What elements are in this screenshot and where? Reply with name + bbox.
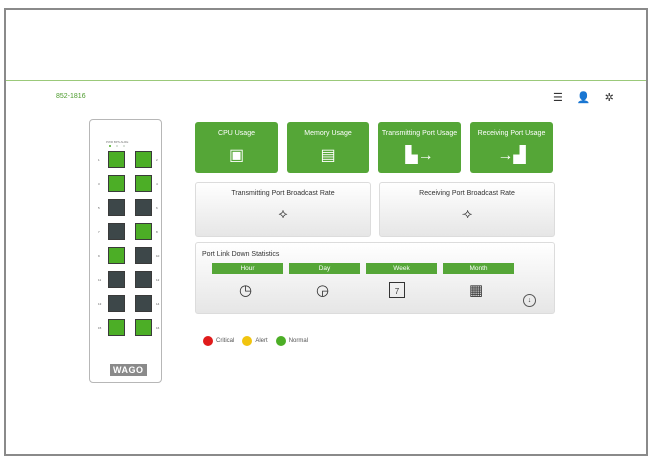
- led-bps: [116, 145, 118, 147]
- port-left-5[interactable]: [108, 247, 125, 264]
- top-toolbar: ☰ 👤 ✲: [553, 92, 614, 104]
- port-number: 8: [156, 230, 158, 234]
- port-number: 12: [156, 278, 160, 282]
- cpu-usage-tile[interactable]: CPU Usage ▣: [195, 122, 278, 173]
- port-number: 7: [98, 230, 100, 234]
- port-number: 11: [98, 278, 102, 282]
- port-left-8[interactable]: [108, 319, 125, 336]
- transmitting-port-usage-tile[interactable]: Transmitting Port Usage ▙→: [378, 122, 461, 173]
- memory-usage-label: Memory Usage: [304, 130, 352, 137]
- port-number: 4: [156, 182, 158, 186]
- 24h-clock-icon[interactable]: ◶: [316, 281, 329, 299]
- port-left-2[interactable]: [108, 175, 125, 192]
- user-icon[interactable]: 👤: [577, 92, 591, 104]
- port-right-3[interactable]: [135, 199, 152, 216]
- port-left-3[interactable]: [108, 199, 125, 216]
- list-settings-icon[interactable]: ☰: [553, 92, 563, 104]
- port-left-6[interactable]: [108, 271, 125, 288]
- port-number: 10: [156, 254, 160, 258]
- tx-port-icon: ▙→: [405, 147, 434, 164]
- device-panel: PWR BPS ALRE 1 2 3 4 5 6 7 8 9 10 11 12 13 14 15 16 WAG…: [89, 119, 162, 383]
- broadcast-in-icon: ⟢: [461, 205, 473, 221]
- memory-usage-tile[interactable]: Memory Usage ▤: [287, 122, 369, 173]
- device-led-label: PWR BPS ALRE: [106, 140, 129, 144]
- legend-critical: Critical: [203, 336, 234, 346]
- tab-hour[interactable]: Hour: [212, 263, 283, 274]
- port-right-2[interactable]: [135, 175, 152, 192]
- critical-dot-icon: [203, 336, 213, 346]
- port-number: 1: [98, 158, 100, 162]
- tab-week[interactable]: Week: [366, 263, 437, 274]
- led-pwr: [109, 145, 111, 147]
- port-right-6[interactable]: [135, 271, 152, 288]
- calendar-month-icon[interactable]: ▦: [469, 281, 483, 299]
- port-link-down-title: Port Link Down Statistics: [202, 251, 280, 258]
- port-number: 13: [98, 302, 102, 306]
- header-divider: [6, 80, 646, 81]
- port-left-1[interactable]: [108, 151, 125, 168]
- port-right-8[interactable]: [135, 319, 152, 336]
- wago-logo: WAGO: [110, 364, 147, 376]
- port-left-4[interactable]: [108, 223, 125, 240]
- port-right-4[interactable]: [135, 223, 152, 240]
- port-left-7[interactable]: [108, 295, 125, 312]
- tab-day[interactable]: Day: [289, 263, 360, 274]
- normal-dot-icon: [275, 336, 286, 346]
- rx-broadcast-rate-tile[interactable]: Receiving Port Broadcast Rate ⟢: [379, 182, 555, 237]
- port-link-down-panel: Port Link Down Statistics Hour Day Week …: [195, 242, 555, 314]
- port-number: 15: [98, 326, 102, 330]
- port-number: 9: [98, 254, 100, 258]
- tx-broadcast-rate-tile[interactable]: Transmitting Port Broadcast Rate ⟡: [195, 182, 371, 237]
- legend-normal: Normal: [275, 336, 309, 346]
- led-alre: [123, 145, 125, 147]
- network-icon[interactable]: ✲: [605, 92, 614, 104]
- model-number: 852-1816: [56, 93, 86, 100]
- cpu-icon: ▣: [228, 147, 245, 164]
- port-right-7[interactable]: [135, 295, 152, 312]
- port-number: 6: [156, 206, 158, 210]
- transmitting-port-usage-label: Transmitting Port Usage: [381, 130, 458, 137]
- port-right-5[interactable]: [135, 247, 152, 264]
- device-leds: [109, 145, 125, 147]
- port-number: 5: [98, 206, 100, 210]
- port-right-1[interactable]: [135, 151, 152, 168]
- receiving-port-usage-label: Receiving Port Usage: [477, 130, 546, 137]
- calendar-day-number: 7: [394, 287, 400, 296]
- legend-critical-label: Critical: [216, 338, 235, 344]
- calendar-week-icon[interactable]: 7: [389, 282, 405, 298]
- rx-port-icon: →▟: [497, 147, 526, 164]
- port-number: 2: [156, 158, 158, 162]
- port-number: 14: [156, 302, 160, 306]
- rx-broadcast-rate-label: Receiving Port Broadcast Rate: [419, 190, 515, 197]
- legend-alert-label: Alert: [255, 338, 268, 344]
- tx-broadcast-rate-label: Transmitting Port Broadcast Rate: [231, 190, 335, 197]
- port-number: 16: [156, 326, 160, 330]
- clock-icon[interactable]: ◷: [239, 281, 252, 299]
- legend-alert: Alert: [242, 336, 268, 346]
- cpu-usage-label: CPU Usage: [218, 130, 255, 137]
- receiving-port-usage-tile[interactable]: Receiving Port Usage →▟: [470, 122, 553, 173]
- broadcast-out-icon: ⟡: [278, 205, 288, 221]
- scroll-down-icon[interactable]: ↓: [523, 294, 536, 307]
- memory-icon: ▤: [320, 147, 336, 164]
- alert-dot-icon: [242, 336, 253, 346]
- legend-normal-label: Normal: [288, 338, 309, 344]
- tab-month[interactable]: Month: [443, 263, 514, 274]
- status-legend: Critical Alert Normal: [203, 336, 316, 346]
- port-number: 3: [98, 182, 100, 186]
